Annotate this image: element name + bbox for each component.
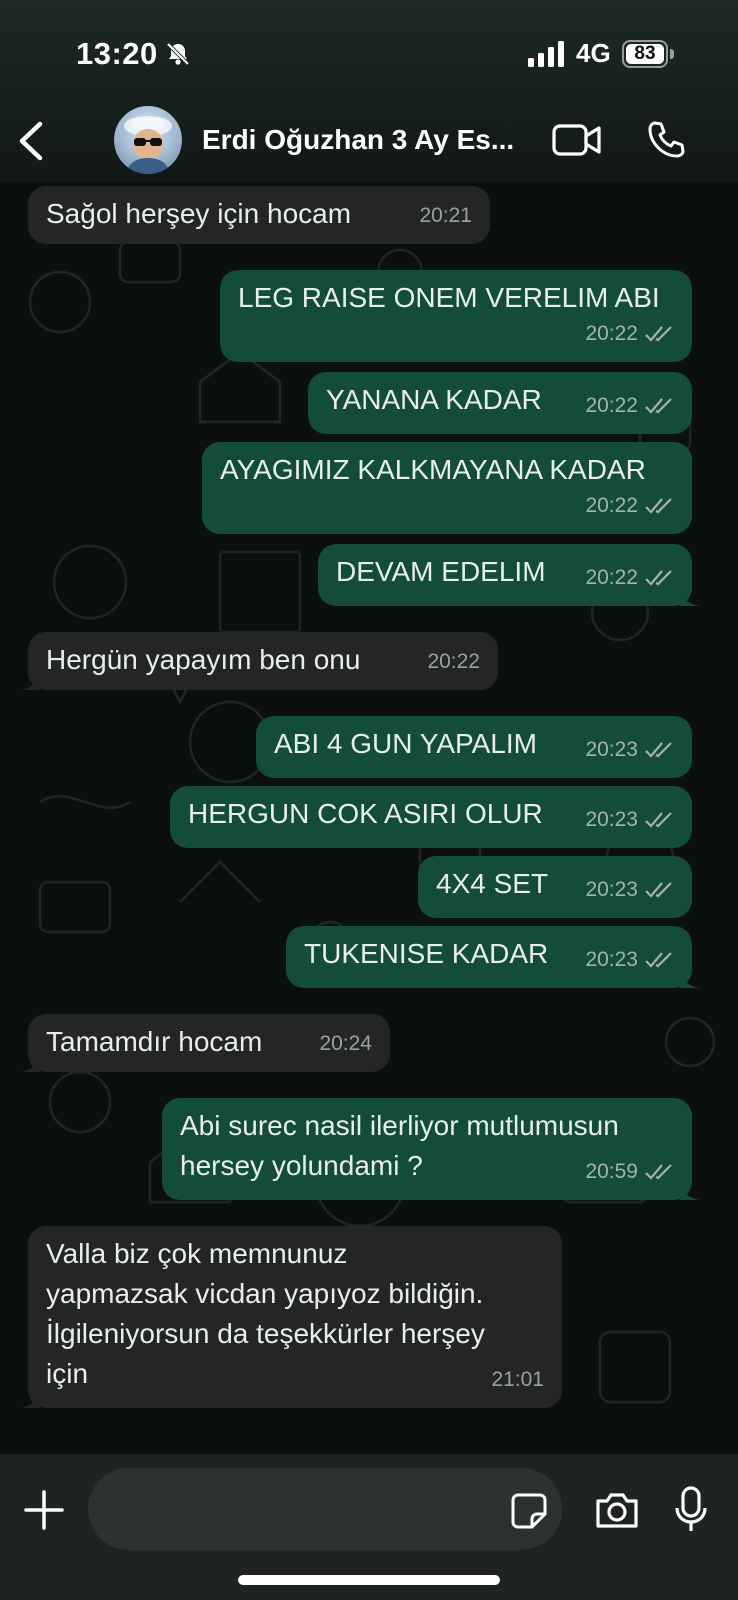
message-time: 20:21	[419, 204, 472, 227]
message-time: 20:23	[585, 878, 638, 901]
message-bubble-outgoing[interactable]: LEG RAISE ONEM VERELIM ABI 20:22	[220, 270, 692, 362]
message-bubble-outgoing[interactable]: Abi surec nasil ilerliyor mutlumusun her…	[162, 1098, 700, 1200]
message-time: 20:24	[319, 1032, 372, 1055]
home-indicator[interactable]	[238, 1575, 500, 1585]
message-text: LEG RAISE ONEM VERELIM ABI	[238, 282, 660, 313]
message-bubble-outgoing[interactable]: TUKENISE KADAR 20:23	[286, 926, 700, 988]
message-bubble-outgoing[interactable]: DEVAM EDELIM 20:22	[318, 544, 700, 606]
message-text: Sağol herşey için hocam	[46, 198, 352, 229]
message-time: 20:22	[585, 394, 638, 417]
plus-icon[interactable]	[22, 1488, 66, 1532]
double-check-icon	[645, 498, 672, 514]
message-bubble-outgoing[interactable]: ABI 4 GUN YAPALIM 20:23	[256, 716, 692, 778]
double-check-icon	[645, 742, 672, 758]
battery-level: 83	[626, 43, 664, 64]
message-input[interactable]	[88, 1468, 562, 1550]
message-time: 20:22	[585, 322, 638, 345]
double-check-icon	[645, 1164, 672, 1180]
bell-slash-icon	[166, 42, 190, 66]
message-time: 20:23	[585, 948, 638, 971]
avatar[interactable]	[114, 106, 182, 174]
sticker-icon[interactable]	[510, 1492, 548, 1530]
phone-icon[interactable]	[646, 120, 686, 160]
microphone-icon[interactable]	[674, 1486, 708, 1534]
double-check-icon	[645, 812, 672, 828]
battery-tip	[670, 49, 674, 59]
network-type: 4G	[576, 38, 611, 68]
message-bubble-incoming[interactable]: Tamamdır hocam 20:24	[20, 1014, 390, 1072]
bubble-tail	[20, 1390, 40, 1408]
battery-icon: 83	[622, 40, 668, 68]
avatar-image	[124, 116, 172, 174]
cellular-signal-icon	[528, 41, 564, 67]
message-text: Hergün yapayım ben onu	[46, 644, 361, 675]
message-time: 20:22	[585, 566, 638, 589]
message-bubble-incoming[interactable]: Valla biz çok memnunuz yapmazsak vicdan …	[20, 1226, 562, 1408]
message-text: AYAGIMIZ KALKMAYANA KADAR	[220, 454, 646, 485]
message-bubble-outgoing[interactable]: AYAGIMIZ KALKMAYANA KADAR 20:22	[202, 442, 692, 534]
bubble-tail	[680, 1182, 700, 1200]
top-bar: 13:20 4G 83 Erdi Oğuzhan 3 Ay Es...	[0, 0, 738, 182]
bubble-tail	[680, 970, 700, 988]
message-time: 21:01	[491, 1368, 544, 1391]
message-time: 20:22	[427, 650, 480, 673]
message-bubble-outgoing[interactable]: 4X4 SET 20:23	[418, 856, 692, 918]
double-check-icon	[645, 570, 672, 586]
message-time: 20:59	[585, 1160, 638, 1183]
message-bubble-outgoing[interactable]: HERGUN COK ASIRI OLUR 20:23	[170, 786, 692, 848]
double-check-icon	[645, 882, 672, 898]
video-camera-icon[interactable]	[552, 122, 602, 158]
double-check-icon	[645, 398, 672, 414]
message-time: 20:23	[585, 808, 638, 831]
status-time: 13:20	[76, 36, 158, 71]
message-text: Valla biz çok memnunuz yapmazsak vicdan …	[46, 1238, 485, 1389]
chat-area[interactable]: Sağol herşey için hocam 20:21 LEG RAISE …	[0, 182, 738, 1454]
message-bubble-outgoing[interactable]: YANANA KADAR 20:22	[308, 372, 692, 434]
bubble-tail	[20, 1054, 40, 1072]
message-bubble-incoming[interactable]: Sağol herşey için hocam 20:21	[28, 186, 490, 244]
chevron-left-icon[interactable]	[14, 118, 50, 164]
double-check-icon	[645, 952, 672, 968]
bubble-tail	[20, 672, 40, 690]
message-time: 20:22	[585, 494, 638, 517]
bubble-tail	[680, 588, 700, 606]
message-time: 20:23	[585, 738, 638, 761]
contact-name[interactable]: Erdi Oğuzhan 3 Ay Es...	[202, 124, 514, 156]
camera-icon[interactable]	[594, 1490, 640, 1530]
message-bubble-incoming[interactable]: Hergün yapayım ben onu 20:22	[20, 632, 498, 690]
double-check-icon	[645, 326, 672, 342]
